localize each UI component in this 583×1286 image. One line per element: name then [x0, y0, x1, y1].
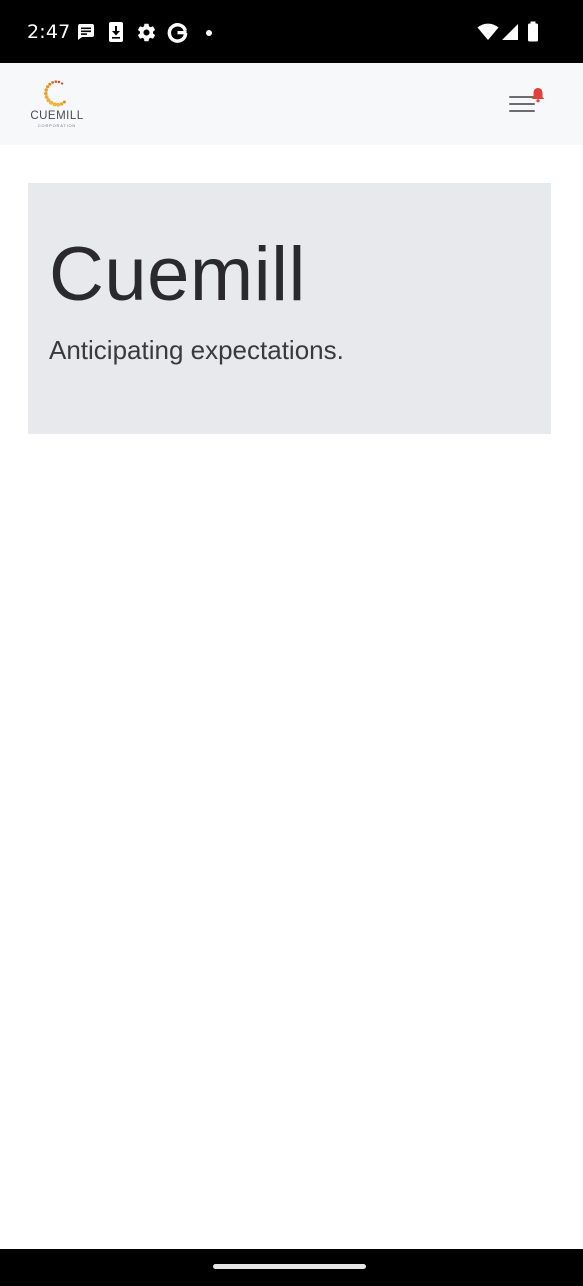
dot-icon: [206, 30, 212, 36]
google-icon: [167, 23, 188, 43]
site-header: CUEMILL CORPORATION: [0, 63, 583, 145]
message-icon: [78, 24, 94, 40]
cuemill-logo[interactable]: CUEMILL CORPORATION: [25, 79, 89, 129]
hamburger-menu-button[interactable]: [503, 85, 547, 121]
cellular-signal-icon: [502, 24, 518, 40]
bell-icon: [531, 88, 545, 103]
hero-tagline: Anticipating expectations.: [49, 335, 344, 365]
navigation-bar: [0, 1249, 583, 1286]
hero-banner: Cuemill Anticipating expectations.: [28, 183, 551, 434]
settings-icon: [137, 23, 156, 42]
wifi-icon: [477, 23, 499, 40]
battery-icon: [528, 21, 538, 42]
status-bar: 2:47: [0, 0, 583, 63]
logo-mark-icon: [44, 80, 66, 107]
status-time: 2:47: [27, 21, 71, 43]
logo-subtext: CORPORATION: [37, 123, 77, 128]
logo-wordmark: CUEMILL: [30, 110, 84, 122]
hero-title: Cuemill: [49, 232, 306, 317]
download-icon: [109, 22, 123, 42]
home-indicator[interactable]: [213, 1264, 366, 1269]
